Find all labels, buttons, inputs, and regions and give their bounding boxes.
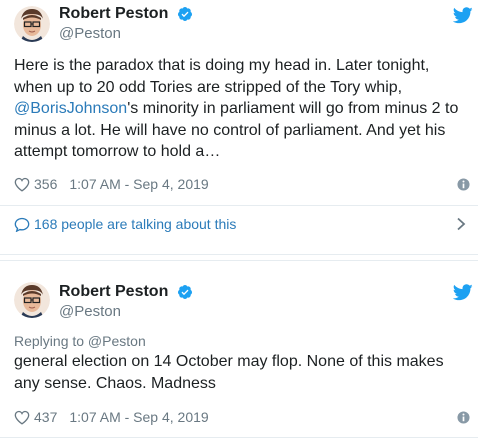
author-name[interactable]: Robert Peston — [59, 283, 168, 301]
author-handle[interactable]: @Peston — [59, 25, 121, 42]
replying-to[interactable]: Replying to @Peston — [14, 333, 146, 349]
author-handle[interactable]: @Peston — [59, 303, 121, 320]
tweet-text: general election on 14 October may flop.… — [14, 353, 444, 392]
timestamp[interactable]: 1:07 AM - Sep 4, 2019 — [69, 176, 208, 192]
tweet-meta: 356 1:07 AM - Sep 4, 2019 — [14, 174, 209, 194]
tweet-text-start: Here is the paradox that is doing my hea… — [14, 57, 430, 96]
twitter-bird-icon[interactable] — [453, 7, 473, 24]
tweet-meta: 437 1:07 AM - Sep 4, 2019 — [14, 407, 209, 427]
tweet-card[interactable]: Robert Peston @Peston Replying to @Pesto… — [0, 260, 478, 439]
twitter-bird-icon[interactable] — [453, 284, 473, 301]
talking-count[interactable]: 168 people are talking about this — [34, 216, 236, 232]
mention-link[interactable]: @BorisJohnson — [14, 100, 127, 117]
tweet-text: Here is the paradox that is doing my hea… — [14, 55, 470, 163]
heart-icon[interactable] — [14, 410, 30, 425]
verified-badge-icon — [177, 285, 192, 299]
timestamp[interactable]: 1:07 AM - Sep 4, 2019 — [69, 409, 208, 425]
comment-bubble-icon — [14, 217, 30, 232]
like-count[interactable]: 356 — [34, 176, 57, 192]
avatar[interactable] — [14, 282, 50, 318]
like-count[interactable]: 437 — [34, 409, 57, 425]
divider — [0, 437, 478, 438]
author-name[interactable]: Robert Peston — [59, 5, 168, 23]
divider — [0, 205, 478, 206]
info-icon[interactable] — [457, 411, 470, 424]
chevron-right-icon[interactable] — [456, 217, 466, 231]
avatar[interactable] — [14, 6, 50, 42]
info-icon[interactable] — [457, 178, 470, 191]
verified-badge-icon — [177, 7, 192, 21]
tweet-card[interactable]: Robert Peston @Peston Here is the parado… — [0, 0, 478, 255]
heart-icon[interactable] — [14, 177, 30, 192]
conversation-link[interactable]: 168 people are talking about this — [14, 214, 236, 234]
